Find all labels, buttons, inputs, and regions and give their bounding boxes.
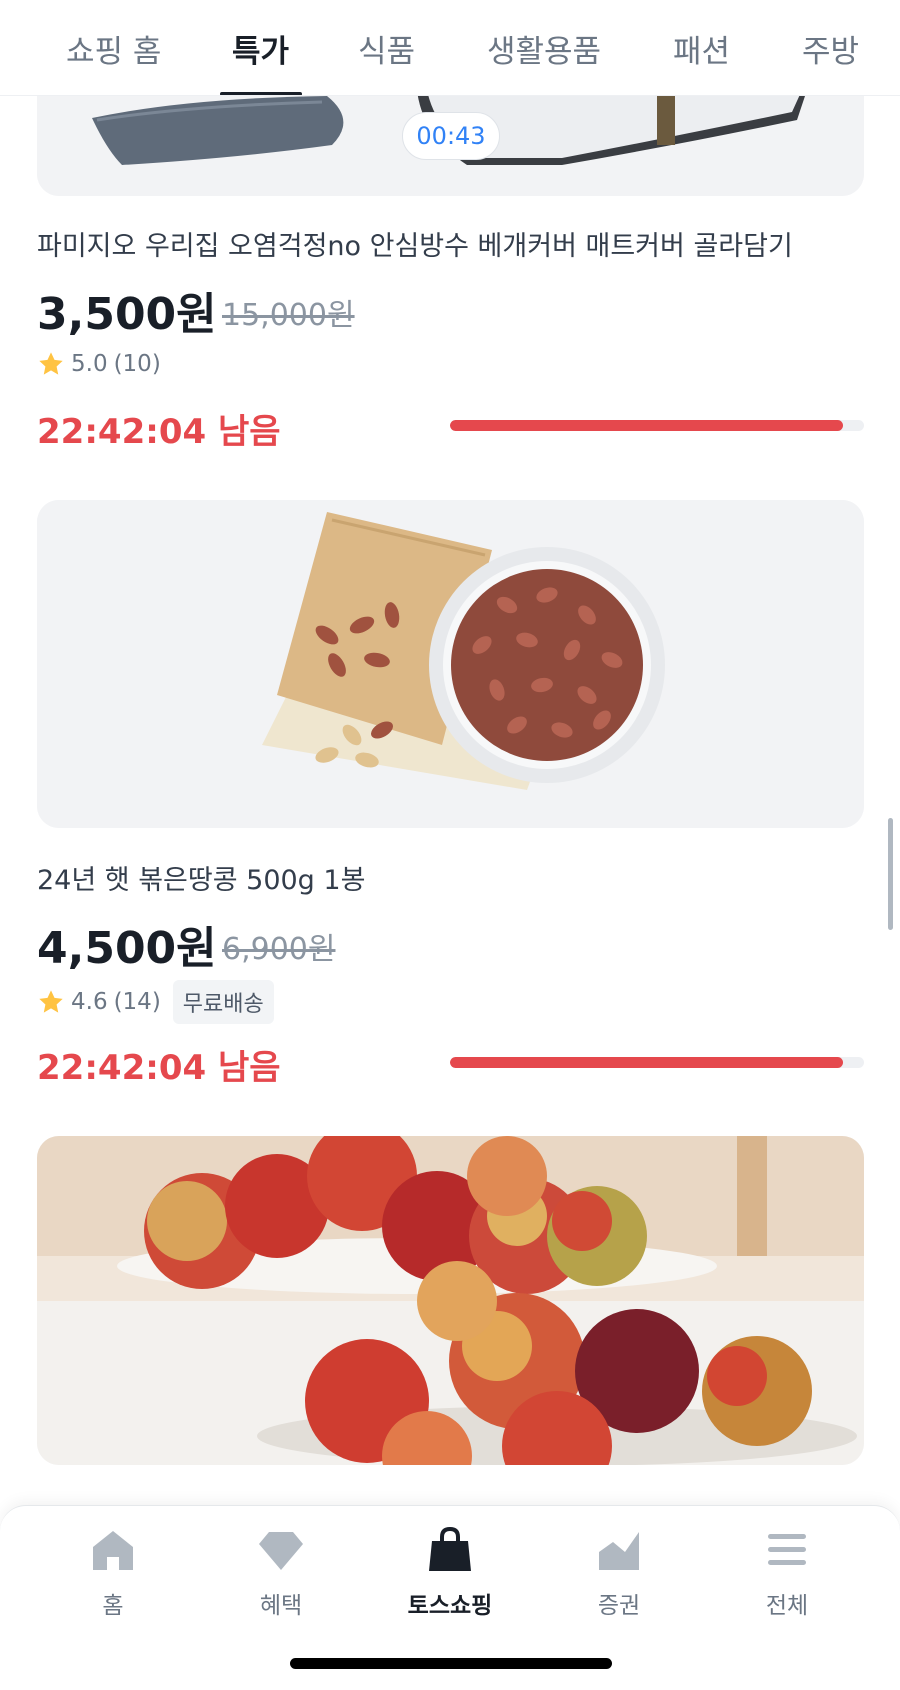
star-icon [39,352,63,375]
product-image[interactable] [37,500,864,828]
home-icon [93,1531,133,1570]
product-price: 4,500원 [37,923,217,974]
diamond-icon [259,1532,303,1570]
tab-kitchen[interactable]: 주방 [802,26,859,71]
tab-food[interactable]: 식품 [358,26,415,71]
deal-progress-bar [450,420,864,431]
nav-all[interactable]: 전체 [722,1526,852,1620]
active-tab-indicator [220,92,302,95]
video-timer-badge: 00:43 [402,112,500,160]
nav-label: 홈 [102,1593,124,1619]
bottom-navigation: 홈 혜택 토스쇼핑 증권 전체 [0,1505,900,1690]
tab-household[interactable]: 생활용품 [487,26,601,71]
product-title[interactable]: 24년 햇 볶은땅콩 500g 1봉 [37,858,365,897]
deal-countdown: 22:42:04 남음 [37,1048,281,1088]
review-count: (14) [113,989,161,1015]
nav-label: 혜택 [259,1593,303,1619]
scrollbar[interactable] [888,818,893,930]
deal-progress-fill [450,420,844,431]
product-card[interactable]: 24년 햇 볶은땅콩 500g 1봉 4,500원 6,900원 4.6 (14… [0,500,900,1100]
nav-label: 증권 [597,1593,641,1619]
tab-special-deals[interactable]: 특가 [232,26,289,71]
chart-icon [599,1532,639,1570]
free-shipping-badge: 무료배송 [172,980,274,1024]
roasted-peanuts-image [37,500,864,828]
deal-countdown: 22:42:04 남음 [37,412,281,452]
tab-fashion[interactable]: 패션 [673,26,730,71]
nav-stocks[interactable]: 증권 [554,1526,684,1620]
rating-value: 5.0 [71,351,108,377]
product-title[interactable]: 파미지오 우리집 오염걱정no 안심방수 베개커버 매트커버 골라담기 [37,224,793,263]
nav-label: 전체 [765,1593,809,1619]
original-price: 6,900원 [222,932,336,967]
home-indicator[interactable] [290,1658,612,1669]
shopping-bag-icon [429,1526,471,1571]
product-rating: 5.0 (10) [37,350,161,378]
product-image[interactable] [37,1136,864,1465]
original-price: 15,000원 [222,298,355,333]
nav-benefits[interactable]: 혜택 [216,1526,346,1620]
rating-value: 4.6 [71,989,108,1015]
product-price: 3,500원 [37,289,217,340]
deal-progress-fill [450,1057,844,1068]
nav-home[interactable]: 홈 [48,1526,178,1620]
category-tabs: 쇼핑 홈 특가 식품 생활용품 패션 주방 [0,0,900,96]
product-rating: 4.6 (14) 무료배송 [37,980,274,1024]
product-card[interactable] [0,1136,900,1496]
nectarines-image [37,1136,864,1465]
menu-icon [768,1534,806,1565]
nav-toss-shopping[interactable]: 토스쇼핑 [385,1526,515,1620]
nav-label: 토스쇼핑 [407,1593,493,1619]
review-count: (10) [113,351,161,377]
deal-progress-bar [450,1057,864,1068]
star-icon [39,990,63,1013]
tab-shopping-home[interactable]: 쇼핑 홈 [66,26,161,71]
